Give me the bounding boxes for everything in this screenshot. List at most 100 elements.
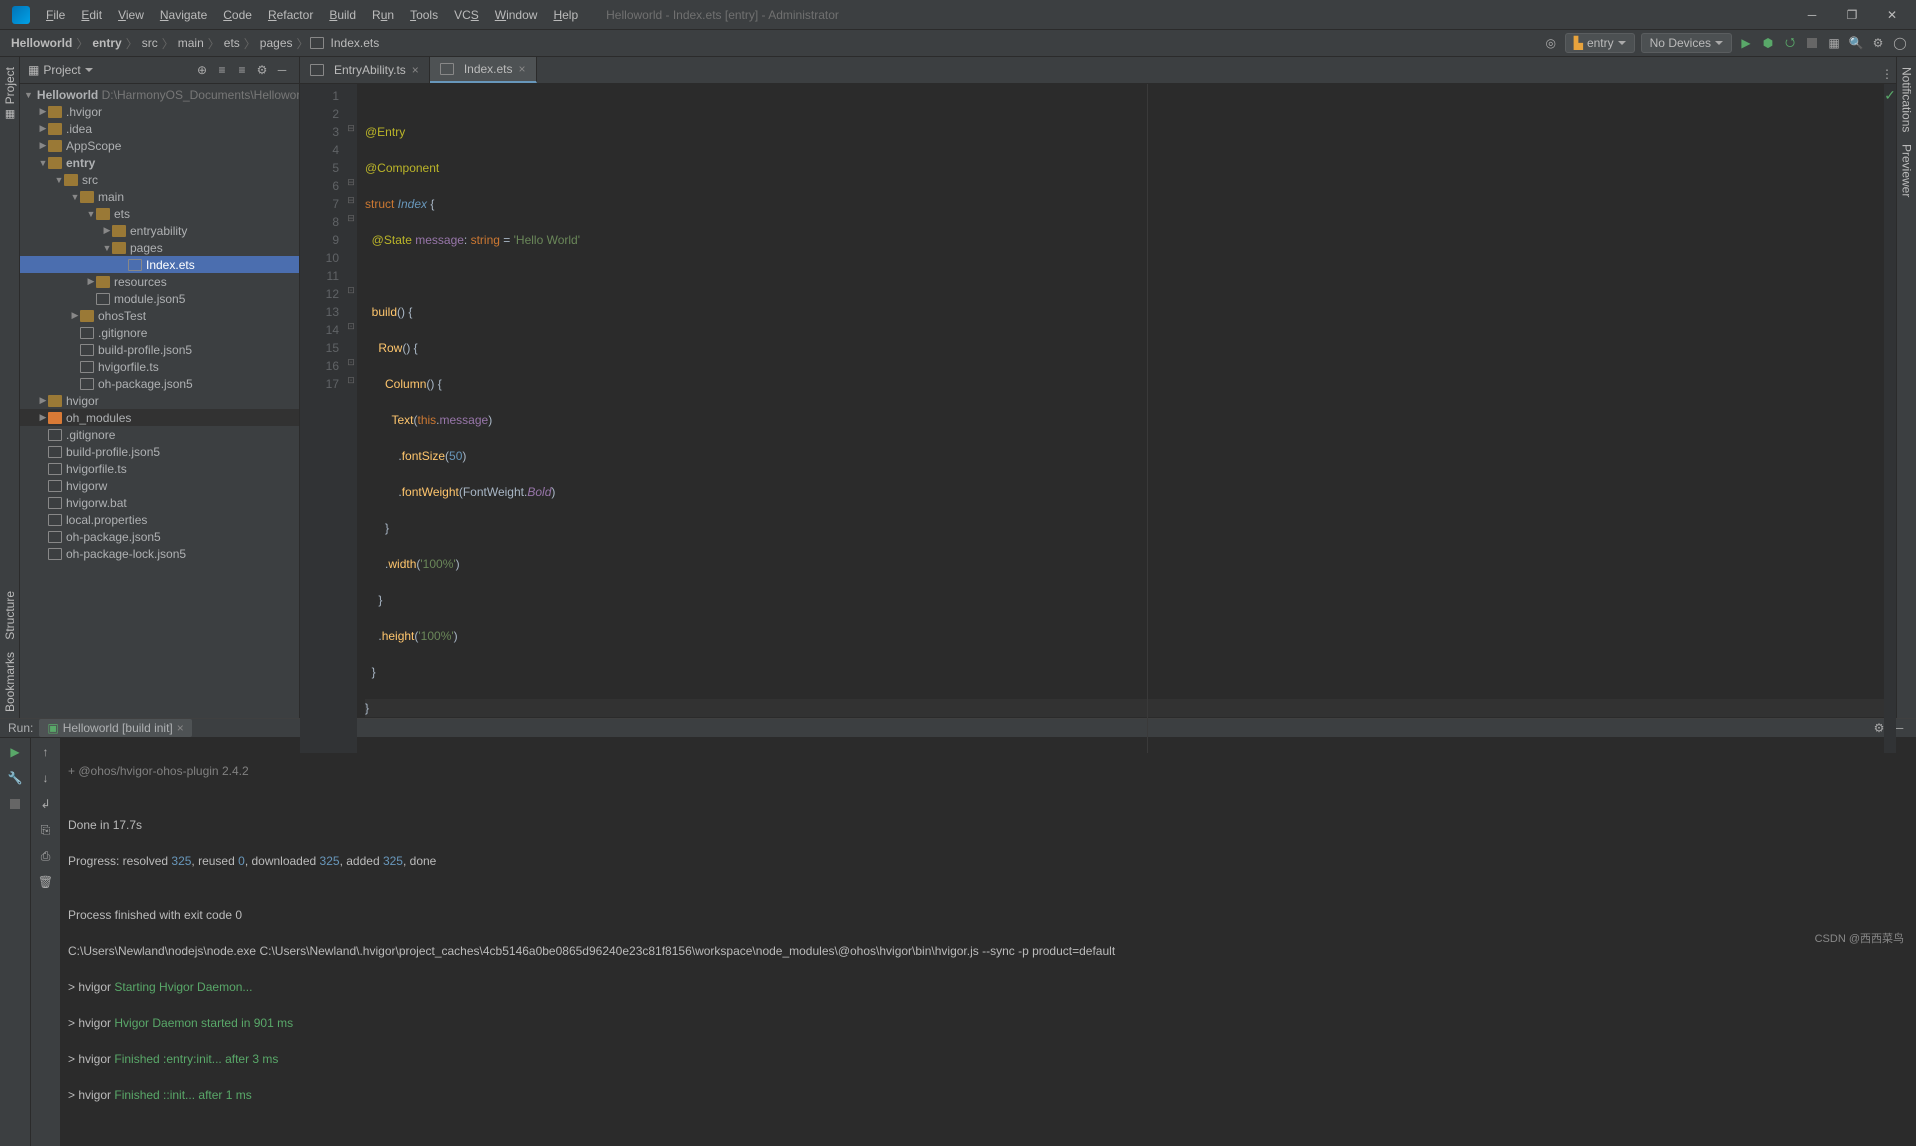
editor-area: EntryAbility.ts× Index.ets× ⋮ 1234567891… bbox=[300, 57, 1896, 718]
tree-item[interactable]: oh_modules bbox=[20, 409, 299, 426]
debug-button[interactable]: ⬢ bbox=[1760, 35, 1776, 51]
run-button[interactable]: ▶ bbox=[1738, 35, 1754, 51]
tree-item[interactable]: .gitignore bbox=[20, 324, 299, 341]
breadcrumb[interactable]: main bbox=[175, 36, 207, 50]
left-tool-strip: ▦ Project Structure Bookmarks bbox=[0, 57, 20, 718]
close-icon[interactable]: × bbox=[177, 721, 184, 735]
tree-item[interactable]: ohosTest bbox=[20, 307, 299, 324]
tree-item[interactable]: entryability bbox=[20, 222, 299, 239]
breadcrumb[interactable]: entry bbox=[89, 36, 124, 50]
expand-all-icon[interactable]: ≡ bbox=[213, 61, 231, 79]
device-dropdown[interactable]: No Devices bbox=[1641, 33, 1732, 53]
project-tree[interactable]: Helloworld D:\HarmonyOS_Documents\Hellow… bbox=[20, 84, 299, 718]
stop-button[interactable] bbox=[1804, 35, 1820, 51]
stop-icon[interactable] bbox=[5, 794, 25, 814]
code-editor[interactable]: 1234567891011121314151617 ⊟⊟⊟⊟⊡⊡⊡⊡ @Entr… bbox=[300, 84, 1896, 753]
tree-item[interactable]: oh-package.json5 bbox=[20, 528, 299, 545]
maximize-button[interactable]: ❐ bbox=[1832, 2, 1872, 28]
tree-item[interactable]: resources bbox=[20, 273, 299, 290]
print-icon[interactable]: ⎙ bbox=[36, 846, 56, 866]
project-tool-button[interactable]: ▦ Project bbox=[3, 61, 17, 127]
search-icon[interactable]: 🔍 bbox=[1848, 35, 1864, 51]
tree-item[interactable]: module.json5 bbox=[20, 290, 299, 307]
tree-item[interactable]: main bbox=[20, 188, 299, 205]
tree-item[interactable]: hvigorw bbox=[20, 477, 299, 494]
wrap-icon[interactable]: ↲ bbox=[36, 794, 56, 814]
menu-navigate[interactable]: Navigate bbox=[152, 8, 215, 22]
target-icon[interactable]: ◎ bbox=[1543, 35, 1559, 51]
menu-code[interactable]: Code bbox=[215, 8, 260, 22]
tree-item[interactable]: .gitignore bbox=[20, 426, 299, 443]
tree-item[interactable]: build-profile.json5 bbox=[20, 341, 299, 358]
menu-build[interactable]: Build bbox=[321, 8, 364, 22]
coverage-button[interactable]: ⭯ bbox=[1782, 35, 1798, 51]
tree-item[interactable]: .idea bbox=[20, 120, 299, 137]
hide-panel-icon[interactable]: ─ bbox=[273, 61, 291, 79]
error-stripe[interactable]: ✓ bbox=[1884, 84, 1896, 753]
tree-item[interactable]: hvigor bbox=[20, 392, 299, 409]
console-output[interactable]: + @ohos/hvigor-ohos-plugin 2.4.2 Done in… bbox=[60, 738, 1916, 1146]
down-icon[interactable]: ↓ bbox=[36, 768, 56, 788]
menu-view[interactable]: View bbox=[110, 8, 152, 22]
fold-gutter[interactable]: ⊟⊟⊟⊟⊡⊡⊡⊡ bbox=[345, 84, 357, 753]
menu-file[interactable]: File bbox=[38, 8, 73, 22]
tree-root[interactable]: Helloworld D:\HarmonyOS_Documents\Hellow… bbox=[20, 86, 299, 103]
breadcrumb[interactable]: src bbox=[139, 36, 161, 50]
menu-edit[interactable]: Edit bbox=[73, 8, 110, 22]
run-config-dropdown[interactable]: ▙entry bbox=[1565, 33, 1635, 53]
tree-item-selected[interactable]: Index.ets bbox=[20, 256, 299, 273]
menu-run[interactable]: Run bbox=[364, 8, 402, 22]
panel-settings-icon[interactable]: ⚙ bbox=[253, 61, 271, 79]
menu-tools[interactable]: Tools bbox=[402, 8, 446, 22]
collapse-all-icon[interactable]: ≡ bbox=[233, 61, 251, 79]
ets-file-icon bbox=[310, 37, 324, 49]
previewer-tool-button[interactable]: Previewer bbox=[1900, 138, 1914, 203]
scroll-icon[interactable]: ⎘ bbox=[36, 820, 56, 840]
breadcrumb[interactable]: ets bbox=[221, 36, 243, 50]
locate-icon[interactable]: ⊕ bbox=[193, 61, 211, 79]
run-panel: Run: ▣Helloworld [build init]× ⚙ ─ ▶ 🔧 ↑… bbox=[0, 718, 1916, 952]
notifications-tool-button[interactable]: Notifications bbox=[1900, 61, 1914, 138]
tree-item[interactable]: oh-package-lock.json5 bbox=[20, 545, 299, 562]
up-icon[interactable]: ↑ bbox=[36, 742, 56, 762]
tree-item[interactable]: hvigorw.bat bbox=[20, 494, 299, 511]
menu-help[interactable]: Help bbox=[545, 8, 586, 22]
clear-icon[interactable]: 🗑 bbox=[36, 872, 56, 892]
breadcrumb[interactable]: Index.ets bbox=[328, 36, 383, 50]
menu-vcs[interactable]: VCS bbox=[446, 8, 487, 22]
run-tab[interactable]: ▣Helloworld [build init]× bbox=[39, 719, 191, 737]
window-title: Helloworld - Index.ets [entry] - Adminis… bbox=[586, 8, 1792, 22]
tree-item[interactable]: AppScope bbox=[20, 137, 299, 154]
bookmarks-tool-button[interactable]: Bookmarks bbox=[3, 646, 17, 718]
menu-refactor[interactable]: Refactor bbox=[260, 8, 321, 22]
rerun-icon[interactable]: ▶ bbox=[5, 742, 25, 762]
tree-item[interactable]: oh-package.json5 bbox=[20, 375, 299, 392]
tab-index-ets[interactable]: Index.ets× bbox=[430, 57, 537, 83]
breadcrumb[interactable]: Helloworld bbox=[8, 36, 75, 50]
menu-window[interactable]: Window bbox=[487, 8, 546, 22]
minimize-button[interactable]: ─ bbox=[1792, 2, 1832, 28]
tree-item[interactable]: src bbox=[20, 171, 299, 188]
close-icon[interactable]: × bbox=[412, 63, 419, 77]
settings-icon[interactable]: ⚙ bbox=[1870, 35, 1886, 51]
structure-tool-button[interactable]: Structure bbox=[3, 585, 17, 646]
avatar-icon[interactable]: ◯ bbox=[1892, 35, 1908, 51]
breadcrumb[interactable]: pages bbox=[257, 36, 296, 50]
close-icon[interactable]: × bbox=[519, 62, 526, 76]
tree-item[interactable]: .hvigor bbox=[20, 103, 299, 120]
panel-title: Project bbox=[43, 63, 80, 77]
tree-item[interactable]: pages bbox=[20, 239, 299, 256]
tab-entryability[interactable]: EntryAbility.ts× bbox=[300, 57, 430, 83]
close-button[interactable]: ✕ bbox=[1872, 2, 1912, 28]
tree-item[interactable]: hvigorfile.ts bbox=[20, 460, 299, 477]
device-manager-icon[interactable]: ▦ bbox=[1826, 35, 1842, 51]
tree-item[interactable]: ets bbox=[20, 205, 299, 222]
tree-item[interactable]: local.properties bbox=[20, 511, 299, 528]
tool-icon[interactable]: 🔧 bbox=[5, 768, 25, 788]
tree-item[interactable]: hvigorfile.ts bbox=[20, 358, 299, 375]
main-area: ▦ Project Structure Bookmarks ▦Project ⊕… bbox=[0, 57, 1916, 718]
tree-item[interactable]: build-profile.json5 bbox=[20, 443, 299, 460]
code-content[interactable]: @Entry @Component struct Index { @State … bbox=[357, 84, 1884, 753]
editor-menu-icon[interactable]: ⋮ bbox=[1878, 65, 1896, 83]
tree-item[interactable]: entry bbox=[20, 154, 299, 171]
